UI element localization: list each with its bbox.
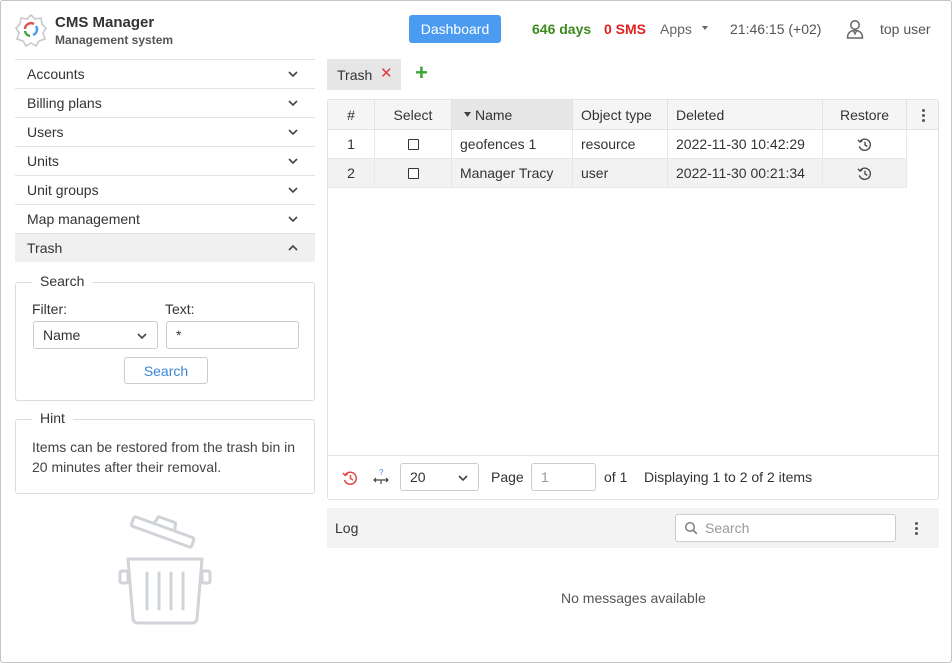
apps-caret-icon[interactable] — [702, 26, 708, 30]
tab-trash[interactable]: Trash ✕ — [327, 59, 401, 90]
page-size-select[interactable]: 20 — [400, 463, 479, 491]
row-number: 1 — [328, 130, 375, 158]
svg-text:?: ? — [379, 468, 384, 477]
add-tab-icon[interactable]: + — [415, 61, 435, 85]
log-header: Log Search — [327, 508, 939, 548]
row-number: 2 — [328, 159, 375, 187]
filter-select-value: Name — [43, 327, 81, 343]
user-icon[interactable] — [846, 19, 864, 39]
sidebar-item-billing-plans[interactable]: Billing plans — [15, 88, 315, 117]
column-header-deleted[interactable]: Deleted — [668, 100, 823, 129]
log-search-input[interactable]: Search — [675, 514, 896, 542]
chevron-down-icon — [288, 216, 298, 223]
sidebar-item-label: Units — [27, 153, 59, 169]
sms-counter[interactable]: 0 SMS — [604, 21, 646, 37]
search-panel: Search Filter: Text: Name * Search — [15, 273, 315, 401]
app-title: CMS Manager — [55, 14, 155, 31]
row-deleted: 2022-11-30 00:21:34 — [668, 159, 823, 187]
restore-icon[interactable] — [857, 166, 872, 181]
app-window: CMS Manager Management system Dashboard … — [0, 0, 952, 663]
row-select-cell — [375, 130, 452, 158]
row-select-checkbox[interactable] — [407, 138, 419, 150]
sidebar-item-trash[interactable]: Trash — [15, 233, 315, 262]
sidebar: Accounts Billing plans Users Units Unit … — [15, 59, 315, 262]
sort-desc-icon — [464, 112, 471, 117]
chevron-down-icon — [288, 129, 298, 136]
apps-menu[interactable]: Apps — [660, 21, 692, 37]
row-object-type: resource — [573, 130, 668, 158]
close-icon[interactable]: ✕ — [380, 66, 393, 81]
page-total-label: of 1 — [604, 469, 628, 485]
trash-bin-icon — [118, 515, 212, 625]
tab-label: Trash — [337, 66, 373, 83]
column-header-name-label: Name — [475, 106, 513, 123]
sidebar-item-unit-groups[interactable]: Unit groups — [15, 175, 315, 204]
chevron-down-icon — [288, 100, 298, 107]
search-text-input[interactable]: * — [166, 321, 299, 349]
row-name: Manager Tracy — [452, 159, 573, 187]
search-icon — [684, 521, 698, 535]
sidebar-item-units[interactable]: Units — [15, 146, 315, 175]
top-bar: CMS Manager Management system Dashboard … — [1, 1, 951, 59]
table-row[interactable]: 1 geofences 1 resource 2022-11-30 10:42:… — [328, 130, 907, 159]
column-header-number[interactable]: # — [328, 100, 375, 129]
sidebar-item-label: Accounts — [27, 66, 85, 82]
sidebar-item-users[interactable]: Users — [15, 117, 315, 146]
hint-legend: Hint — [32, 410, 73, 426]
display-summary: Displaying 1 to 2 of 2 items — [644, 469, 813, 485]
sidebar-item-label: Billing plans — [27, 95, 102, 111]
sidebar-item-accounts[interactable]: Accounts — [15, 59, 315, 88]
hint-panel: Hint Items can be restored from the tras… — [15, 410, 315, 494]
table-row[interactable]: 2 Manager Tracy user 2022-11-30 00:21:34 — [328, 159, 907, 188]
row-restore-cell — [823, 159, 907, 187]
text-label: Text: — [165, 301, 195, 317]
table-header: # Select Name Object type Deleted Restor… — [328, 100, 938, 130]
row-restore-cell — [823, 130, 907, 158]
sidebar-item-label: Unit groups — [27, 182, 99, 198]
trash-table: # Select Name Object type Deleted Restor… — [327, 99, 939, 500]
chevron-up-icon — [288, 244, 298, 251]
log-options-icon[interactable] — [915, 522, 919, 536]
restore-icon[interactable] — [857, 137, 872, 152]
chevron-down-icon — [458, 475, 468, 482]
search-button[interactable]: Search — [124, 357, 208, 384]
column-header-restore[interactable]: Restore — [823, 100, 907, 129]
column-header-name[interactable]: Name — [452, 100, 573, 129]
user-menu[interactable]: top user — [880, 21, 931, 37]
filter-select[interactable]: Name — [33, 321, 158, 349]
hint-text: Items can be restored from the trash bin… — [32, 439, 296, 475]
page-label: Page — [491, 469, 524, 485]
dashboard-button[interactable]: Dashboard — [409, 15, 501, 43]
search-legend: Search — [32, 273, 93, 289]
clock: 21:46:15 (+02) — [730, 21, 822, 37]
row-object-type: user — [573, 159, 668, 187]
days-left-indicator[interactable]: 646 days — [532, 21, 591, 37]
column-header-select[interactable]: Select — [375, 100, 452, 129]
row-deleted: 2022-11-30 10:42:29 — [668, 130, 823, 158]
refresh-history-icon[interactable] — [342, 470, 358, 486]
sidebar-item-label: Map management — [27, 211, 140, 227]
log-empty-message: No messages available — [561, 590, 706, 606]
column-header-object-type[interactable]: Object type — [573, 100, 668, 129]
page-size-value: 20 — [410, 469, 426, 485]
sidebar-item-label: Users — [27, 124, 64, 140]
pagination-bar: ? 20 Page 1 of 1 Displaying 1 to 2 of 2 … — [328, 455, 938, 499]
sidebar-item-label: Trash — [27, 240, 63, 256]
chevron-down-icon — [288, 158, 298, 165]
app-subtitle: Management system — [55, 33, 174, 47]
chevron-down-icon — [288, 71, 298, 78]
row-select-checkbox[interactable] — [407, 167, 419, 179]
row-name: geofences 1 — [452, 130, 573, 158]
filter-label: Filter: — [32, 301, 67, 317]
log-title: Log — [335, 520, 359, 536]
app-logo-icon — [14, 13, 48, 47]
chevron-down-icon — [137, 333, 147, 340]
chevron-down-icon — [288, 187, 298, 194]
sidebar-item-map-management[interactable]: Map management — [15, 204, 315, 233]
table-options-icon[interactable] — [922, 109, 926, 123]
page-number-input[interactable]: 1 — [531, 463, 596, 491]
column-width-help-icon[interactable]: ? — [372, 468, 390, 486]
row-select-cell — [375, 159, 452, 187]
